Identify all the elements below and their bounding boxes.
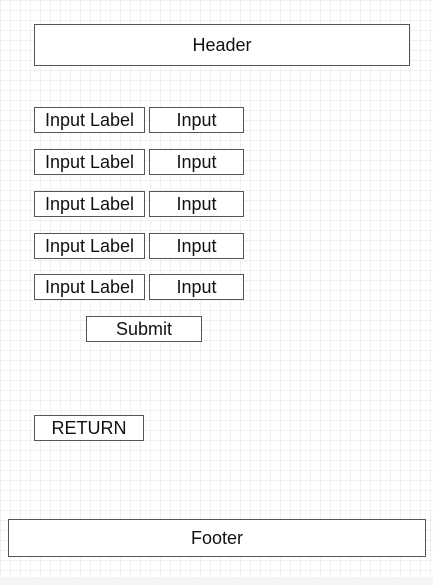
input-field[interactable]: Input — [149, 233, 244, 259]
input-label-text: Input Label — [44, 277, 135, 297]
input-label-text: Input Label — [44, 194, 135, 214]
input-field[interactable]: Input — [149, 274, 244, 300]
input-field-text: Input — [176, 194, 217, 214]
input-label: Input Label — [34, 149, 145, 175]
submit-button[interactable]: Submit — [86, 316, 202, 342]
input-label-text: Input Label — [44, 110, 135, 130]
input-label-text: Input Label — [44, 236, 135, 256]
input-field-text: Input — [176, 277, 217, 297]
footer-text: Footer — [190, 528, 244, 548]
wireframe-canvas: { "header": { "label": "Header" }, "form… — [0, 0, 433, 585]
return-button-label: RETURN — [51, 418, 127, 438]
input-field[interactable]: Input — [149, 149, 244, 175]
input-field-text: Input — [176, 110, 217, 130]
input-label-text: Input Label — [44, 152, 135, 172]
header-text: Header — [192, 35, 252, 55]
footer-box: Footer — [8, 519, 426, 557]
bottom-strip — [0, 577, 433, 585]
return-button[interactable]: RETURN — [34, 415, 144, 441]
input-field[interactable]: Input — [149, 191, 244, 217]
input-field-text: Input — [176, 152, 217, 172]
submit-button-label: Submit — [115, 319, 173, 339]
input-label: Input Label — [34, 191, 145, 217]
input-label: Input Label — [34, 274, 145, 300]
input-label: Input Label — [34, 107, 145, 133]
input-label: Input Label — [34, 233, 145, 259]
input-field-text: Input — [176, 236, 217, 256]
input-field[interactable]: Input — [149, 107, 244, 133]
header-box: Header — [34, 24, 410, 66]
